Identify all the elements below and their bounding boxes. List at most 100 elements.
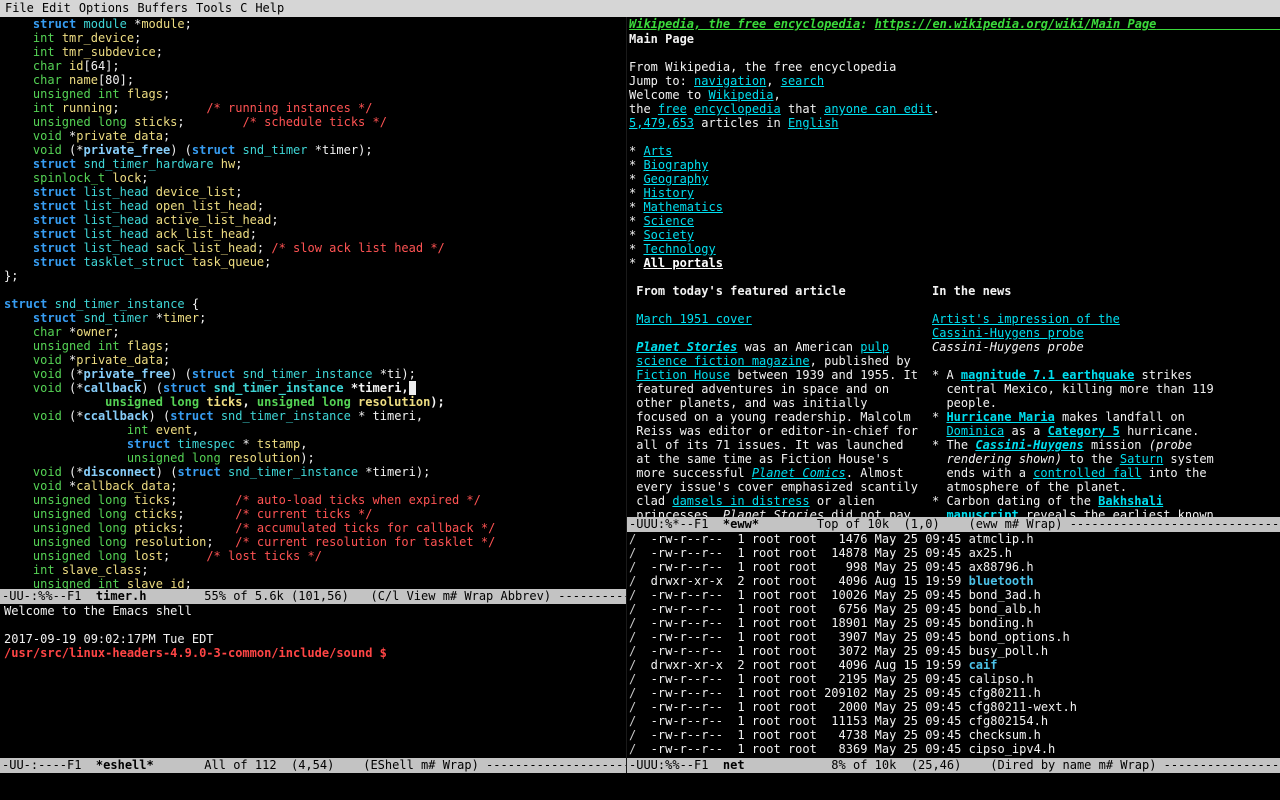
text-segment: void [33, 479, 62, 493]
link[interactable]: 5,479,653 [629, 116, 694, 130]
text-segment [4, 451, 127, 465]
link[interactable]: damsels in distress [672, 494, 809, 508]
link[interactable]: Science [643, 214, 694, 228]
text-segment: ; [185, 577, 192, 589]
link[interactable]: Dominica [946, 424, 1004, 438]
text-segment: private_free [84, 367, 171, 381]
link[interactable]: pulp [860, 340, 889, 354]
text-segment: net [723, 758, 745, 772]
text-segment: strikes [1134, 368, 1192, 382]
link[interactable]: Biography [643, 158, 708, 172]
text-segment: Cassini-Huygens probe [932, 340, 1084, 354]
eww-line [629, 326, 932, 340]
text-segment: /* running instances */ [206, 101, 372, 115]
eshell-buffer[interactable]: Welcome to the Emacs shell2017-09-19 09:… [0, 604, 626, 758]
text-segment: (probe [1149, 438, 1192, 452]
text-segment: ; [185, 17, 192, 31]
code-line: unsigned int flags; [4, 339, 626, 353]
text-segment: ; [235, 157, 242, 171]
text-segment [4, 241, 33, 255]
link[interactable]: encyclopedia [694, 102, 781, 116]
text-segment: Wikipedia, the free encyclopedia [629, 17, 860, 31]
link[interactable]: magnitude 7.1 earthquake [961, 368, 1134, 382]
text-segment: or alien [810, 494, 875, 508]
link[interactable]: Society [643, 228, 694, 242]
code-line: unsigned long resolution); [4, 451, 626, 465]
text-segment [4, 465, 33, 479]
dired-buffer-net[interactable]: / -rw-r--r-- 1 root root 1476 May 25 09:… [627, 532, 1280, 758]
link[interactable]: navigation [694, 74, 766, 88]
code-buffer-timer-h[interactable]: struct module *module; int tmr_device; i… [0, 17, 626, 589]
menu-item-c[interactable]: C [240, 1, 247, 15]
text-segment: ends with a [932, 466, 1033, 480]
link[interactable]: science fiction magazine [636, 354, 809, 368]
link[interactable]: Mathematics [643, 200, 722, 214]
text-segment [4, 437, 127, 451]
text-segment: caif [969, 658, 998, 672]
code-line: int tmr_subdevice; [4, 45, 626, 59]
link[interactable]: Geography [643, 172, 708, 186]
link[interactable]: Planet Comics [752, 466, 846, 480]
link[interactable]: Planet Stories [636, 340, 737, 354]
link[interactable]: manuscript [946, 508, 1018, 517]
text-segment: struct [177, 465, 220, 479]
dired-modeline: -UUU:%%--F1 net 8% of 10k (25,46) (Dired… [627, 758, 1280, 773]
text-segment: articles in [694, 116, 788, 130]
text-segment: -UUU:%%--F1 [629, 758, 723, 772]
link[interactable]: Wikipedia [708, 88, 773, 102]
text-segment: ticks [206, 395, 242, 409]
menu-item-tools[interactable]: Tools [196, 1, 232, 15]
eww-line: * All portals [629, 256, 1280, 270]
code-line [4, 283, 626, 297]
menu-item-edit[interactable]: Edit [42, 1, 71, 15]
link[interactable]: Bakhshali [1098, 494, 1163, 508]
text-segment: -rw-r--r-- 1 root root 2000 May 25 09:45 [636, 700, 968, 714]
link[interactable]: English [788, 116, 839, 130]
link[interactable]: March 1951 cover [636, 312, 752, 326]
text-segment [1156, 17, 1280, 31]
text-segment: module [141, 17, 184, 31]
link[interactable]: Saturn [1120, 452, 1163, 466]
text-segment: timer [163, 311, 199, 325]
link[interactable]: anyone can edit [824, 102, 932, 116]
link[interactable]: Category 5 [1048, 424, 1120, 438]
menu-item-help[interactable]: Help [255, 1, 284, 15]
link[interactable]: Cassini-Huygens probe [932, 326, 1084, 340]
code-line: void *callback_data; [4, 479, 626, 493]
text-segment [4, 577, 33, 589]
text-segment: struct [163, 381, 206, 395]
text-segment: ; [141, 171, 148, 185]
link[interactable]: free [658, 102, 687, 116]
eww-buffer-wikipedia[interactable]: Main PageFrom Wikipedia, the free encycl… [627, 32, 1280, 517]
text-segment: list_head [84, 213, 149, 227]
code-line: struct tasklet_struct task_queue; [4, 255, 626, 269]
text-segment [4, 521, 33, 535]
link[interactable]: Technology [643, 242, 715, 256]
text-segment: checksum.h [969, 728, 1041, 742]
link[interactable]: Arts [643, 144, 672, 158]
link[interactable]: History [643, 186, 694, 200]
text-segment: ; [112, 325, 119, 339]
link[interactable]: Hurricane Maria [946, 410, 1054, 424]
text-segment: running [62, 101, 113, 115]
code-line: char name[80]; [4, 73, 626, 87]
text-segment: * [127, 17, 141, 31]
link[interactable]: Artist's impression of the [932, 312, 1120, 326]
menu-item-buffers[interactable]: Buffers [137, 1, 188, 15]
eww-top-section: Main PageFrom Wikipedia, the free encycl… [629, 32, 1280, 284]
text-segment [127, 521, 134, 535]
menu-item-options[interactable]: Options [79, 1, 130, 15]
code-line: void (*private_free) (struct snd_timer *… [4, 143, 626, 157]
link[interactable]: Cassini-Huygens [975, 438, 1083, 452]
text-segment: resolution [358, 395, 430, 409]
menu-item-file[interactable]: File [5, 1, 34, 15]
dired-entry: / -rw-r--r-- 1 root root 11153 May 25 09… [629, 714, 1280, 728]
link[interactable]: Fiction House [636, 368, 730, 382]
link[interactable]: All portals [643, 256, 722, 270]
link[interactable]: controlled fall [1033, 466, 1141, 480]
text-segment: , [242, 395, 256, 409]
eww-line [629, 298, 932, 312]
text-segment [76, 227, 83, 241]
text-segment [76, 199, 83, 213]
link[interactable]: search [781, 74, 824, 88]
